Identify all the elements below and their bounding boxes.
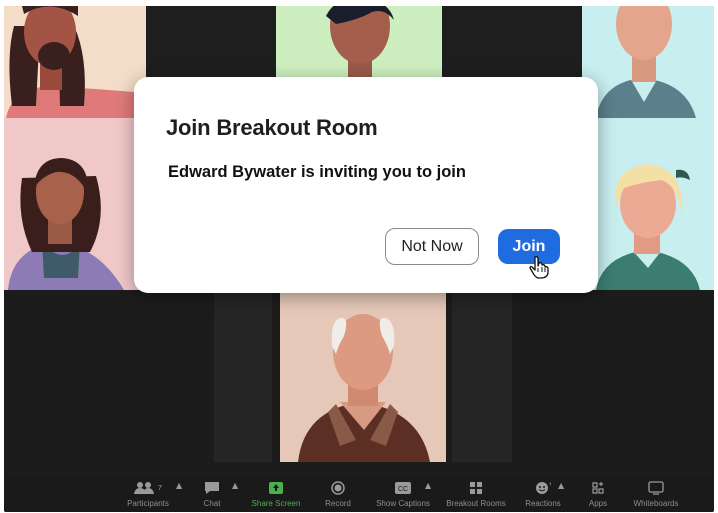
participants-chevron-up-icon[interactable]: ▲	[176, 481, 182, 490]
record-icon	[331, 481, 345, 495]
show-captions-label: Show Captions	[376, 499, 430, 508]
meeting-toolbar: 7 Participants ▲ Chat ▲ Share Screen Rec…	[4, 476, 714, 512]
apps-icon	[592, 482, 604, 494]
share-screen-icon	[269, 482, 283, 494]
video-tile-1	[4, 6, 146, 118]
video-tile-13	[512, 290, 714, 462]
video-tile-6	[4, 118, 146, 290]
participant-avatar	[582, 118, 714, 290]
whiteboards-icon	[648, 481, 664, 495]
participants-label: Participants	[127, 499, 169, 508]
share-screen-label: Share Screen	[251, 499, 301, 508]
video-tile-9	[4, 290, 214, 462]
reactions-icon: +	[536, 482, 551, 494]
chat-chevron-up-icon[interactable]: ▲	[232, 481, 238, 490]
record-button[interactable]: Record	[322, 480, 354, 510]
participant-avatar	[582, 6, 714, 118]
participants-button[interactable]: 7 Participants	[120, 480, 176, 510]
apps-button[interactable]: Apps	[584, 480, 612, 510]
chat-button[interactable]: Chat	[200, 480, 224, 510]
captions-chevron-up-icon[interactable]: ▲	[425, 481, 431, 490]
reactions-label: Reactions	[525, 499, 561, 508]
video-tile-8	[582, 118, 714, 290]
reactions-chevron-up-icon[interactable]: ▲	[558, 481, 564, 490]
participant-avatar	[4, 118, 146, 290]
svg-text:CC: CC	[398, 486, 408, 493]
video-tile-5	[582, 6, 714, 118]
video-tile-12	[452, 290, 512, 462]
whiteboards-button[interactable]: Whiteboards	[630, 480, 682, 510]
breakout-rooms-icon	[470, 482, 482, 494]
breakout-rooms-label: Breakout Rooms	[446, 499, 506, 508]
svg-text:+: +	[549, 482, 551, 488]
video-tile-10	[214, 290, 272, 462]
captions-icon: CC	[395, 482, 411, 494]
breakout-rooms-button[interactable]: Breakout Rooms	[444, 480, 508, 510]
apps-label: Apps	[588, 499, 608, 508]
whiteboards-label: Whiteboards	[633, 499, 679, 508]
chat-label: Chat	[203, 499, 221, 508]
video-tile-11	[280, 290, 446, 462]
hand-pointer-icon	[529, 256, 549, 279]
dialog-title: Join Breakout Room	[166, 115, 378, 140]
participants-icon	[134, 482, 155, 494]
not-now-button[interactable]: Not Now	[385, 228, 479, 265]
record-label: Record	[325, 499, 351, 508]
share-screen-button[interactable]: Share Screen	[246, 480, 306, 510]
participant-avatar	[280, 290, 446, 462]
participant-avatar	[4, 6, 146, 118]
dialog-message: Edward Bywater is inviting you to join	[168, 163, 466, 181]
participants-count: 7	[158, 484, 162, 492]
join-breakout-room-dialog: Join Breakout Room Edward Bywater is inv…	[134, 77, 598, 293]
chat-icon	[205, 482, 219, 494]
